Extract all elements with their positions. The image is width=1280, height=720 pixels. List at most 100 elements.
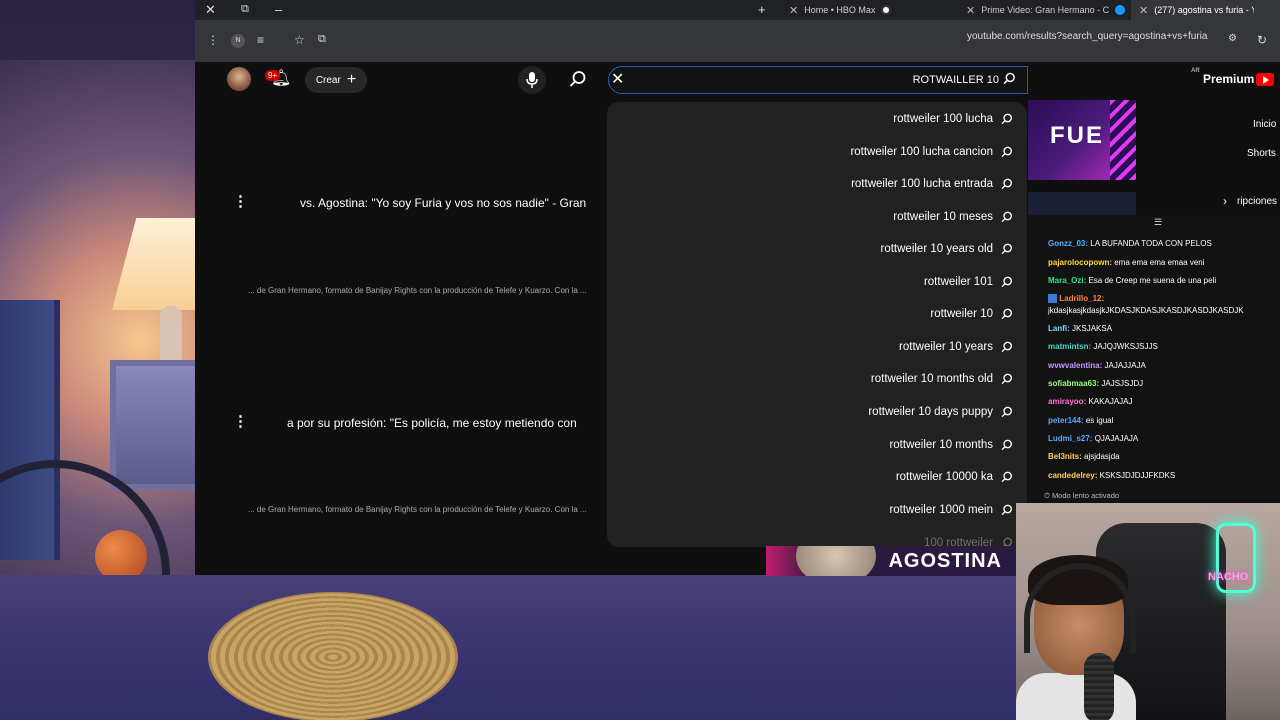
avatar[interactable] — [227, 67, 251, 91]
chat-text: es igual — [1085, 416, 1114, 425]
premium-label: Premium — [1203, 72, 1255, 86]
result-title[interactable]: a por su profesión: "Es policía, me esto… — [287, 416, 577, 430]
tab-youtube[interactable]: ✕ (277) agostina vs furia - YouTube — [1131, 0, 1280, 20]
suggestion-item[interactable]: rottweiler 100 lucha cancion — [850, 137, 1013, 167]
suggestion-text: rottweiler 10 years old — [880, 243, 994, 255]
chat-message: Bel3nits: ajsjdasjda — [1048, 452, 1120, 461]
sidebar-item-shorts[interactable]: Shorts — [1247, 148, 1276, 159]
new-tab-icon[interactable]: + — [758, 2, 766, 17]
suggestion-item[interactable]: rottweiler 10 years old — [881, 234, 1014, 264]
tab-close-icon[interactable]: ✕ — [789, 4, 798, 17]
sidebar-item-subscriptions[interactable]: ripciones — [1237, 196, 1277, 207]
chat-message: peter144: es igual — [1048, 416, 1113, 425]
result-menu-icon[interactable]: ⋮ — [233, 412, 248, 430]
chat-message: pajarolocopown: ema ema ema emaa veni — [1048, 258, 1205, 267]
chat-username: Lanfi: — [1048, 324, 1070, 333]
chat-username: Ladrillo_12: — [1059, 294, 1105, 303]
search-icon — [1001, 113, 1012, 125]
suggestion-item[interactable]: rottweiler 10 months — [889, 430, 1013, 460]
address-bar[interactable]: youtube.com/results?search_query=agostin… — [967, 31, 1207, 51]
suggestion-item[interactable]: rottweiler 10000 ka — [896, 462, 1013, 492]
chat-text: KAKAJAJAJ — [1088, 397, 1133, 406]
microphone-icon — [526, 72, 538, 88]
suggestion-item[interactable]: rottweiler 101 — [924, 267, 1013, 297]
suggestion-item[interactable]: rottweiler 10 months old — [871, 364, 1013, 394]
sidebar-item-inicio[interactable]: Inicio — [1253, 119, 1276, 130]
chat-username: matmintsn: — [1048, 342, 1092, 351]
minimize-window-icon[interactable]: – — [275, 2, 282, 17]
result-title[interactable]: vs. Agostina: "Yo soy Furia y vos no sos… — [300, 196, 586, 210]
country-code: AR — [1191, 68, 1200, 74]
chat-drag-handle-icon[interactable]: ☰ — [1154, 217, 1162, 228]
tab-prime-video[interactable]: ✕ Prime Video: Gran Hermano - C — [958, 0, 1133, 20]
search-suggestions: rottweiler 100 lucha rottweiler 100 luch… — [607, 102, 1027, 547]
suggestion-item[interactable]: 100 rottweiler — [924, 528, 1013, 547]
create-label: Crear — [315, 74, 341, 86]
close-window-icon[interactable]: ✕ — [205, 2, 216, 18]
chat-message: Ladrillo_12: — [1048, 294, 1105, 304]
video-thumbnail[interactable] — [1028, 192, 1136, 216]
chat-text: jkdasjkasjkdasjkJKDASJKDASJKASDJKASDJKAS… — [1048, 306, 1244, 315]
chat-username: wvwvalentina: — [1048, 361, 1103, 370]
agostina-banner: AGOSTINA — [766, 546, 1016, 576]
create-button[interactable]: Crear + — [305, 67, 367, 93]
chat-username: Ludmi_s27: — [1048, 434, 1093, 443]
neon-text: NACHO — [1208, 571, 1249, 583]
chat-message: Gonzz_03: LA BUFANDA TODA CON PELOS — [1048, 239, 1212, 248]
search-input[interactable] — [835, 70, 999, 90]
reload-icon[interactable]: ↻ — [1257, 33, 1267, 47]
chat-message: Ludmi_s27: QJAJAJAJA — [1048, 434, 1138, 443]
chevron-right-icon[interactable]: › — [1223, 194, 1227, 208]
suggestion-text: rottweiler 1000 mein — [889, 504, 993, 516]
slow-mode-text: Modo lento activado — [1051, 491, 1120, 500]
bookmark-star-icon[interactable]: ☆ — [294, 33, 305, 47]
suggestion-item[interactable]: rottweiler 1000 mein — [889, 495, 1013, 525]
suggestion-item[interactable]: rottweiler 10 meses — [893, 202, 1013, 232]
rug — [208, 592, 458, 720]
profile-icon[interactable]: N — [231, 34, 245, 48]
chat-message: candedelrey: KSKSJDJDJJFKDKS — [1048, 471, 1175, 480]
search-icon — [1001, 341, 1012, 353]
suggestion-text: rottweiler 10 months — [889, 439, 993, 451]
search-button-icon[interactable] — [569, 70, 587, 88]
suggestion-item[interactable]: rottweiler 100 lucha — [893, 104, 1013, 134]
reading-list-icon[interactable]: ≡ — [257, 33, 264, 47]
result-menu-icon[interactable]: ⋮ — [233, 192, 248, 210]
youtube-premium-logo[interactable]: AR Premium — [1191, 68, 1275, 86]
voice-search-button[interactable] — [518, 66, 546, 94]
chat-username: Bel3nits: — [1048, 452, 1082, 461]
tab-label: (277) agostina vs furia - YouTube — [1154, 5, 1255, 15]
video-thumbnail[interactable]: FUE — [1028, 100, 1136, 180]
suggestion-text: rottweiler 100 lucha — [893, 113, 993, 125]
shirt — [1016, 673, 1136, 720]
suggestion-text: rottweiler 10 — [930, 308, 993, 320]
suggestion-item[interactable]: rottweiler 10 years — [899, 332, 1013, 362]
suggestion-item[interactable]: rottweiler 100 lucha entrada — [851, 169, 1013, 199]
chat-text: JAJQJWKSJSJJS — [1093, 342, 1158, 351]
chat-text: ajsjdasjda — [1084, 452, 1120, 461]
restore-window-icon[interactable]: ⧉ — [241, 3, 249, 16]
tab-close-icon[interactable]: ✕ — [1139, 4, 1148, 17]
lamp-base — [160, 306, 182, 368]
suggestion-item[interactable]: rottweiler 10 days puppy — [868, 397, 1013, 427]
banner-photo — [796, 546, 876, 576]
nightstand — [110, 360, 205, 490]
suggestion-item[interactable]: rottweiler 10 — [930, 299, 1013, 329]
install-app-icon[interactable]: ⧉ — [318, 33, 326, 46]
chat-message: jkdasjkasjkdasjkJKDASJKDASJKASDJKASDJKAS… — [1048, 306, 1244, 315]
chat-text: LA BUFANDA TODA CON PELOS — [1090, 239, 1212, 248]
tab-strip: ✕ ⧉ – + ✕ Home • HBO Max ✕ Prime Video: … — [195, 0, 1280, 20]
site-settings-icon[interactable]: ⚙ — [1228, 33, 1237, 44]
search-icon — [1001, 211, 1012, 223]
search-icon — [1001, 276, 1012, 288]
chat-text: JAJSJSJDJ — [1101, 379, 1144, 388]
chat-username: peter144: — [1048, 416, 1084, 425]
menu-dots-icon[interactable]: ⋮ — [207, 33, 219, 47]
chat-text: QJAJAJAJA — [1094, 434, 1139, 443]
chat-text: JKSJAKSA — [1072, 324, 1113, 333]
tab-label: Prime Video: Gran Hermano - C — [981, 5, 1110, 15]
tab-close-icon[interactable]: ✕ — [966, 4, 975, 17]
notifications-badge: 9+ — [265, 70, 281, 81]
tab-hbo-max[interactable]: ✕ Home • HBO Max — [781, 0, 899, 20]
clear-search-icon[interactable]: ✕ — [611, 69, 624, 89]
